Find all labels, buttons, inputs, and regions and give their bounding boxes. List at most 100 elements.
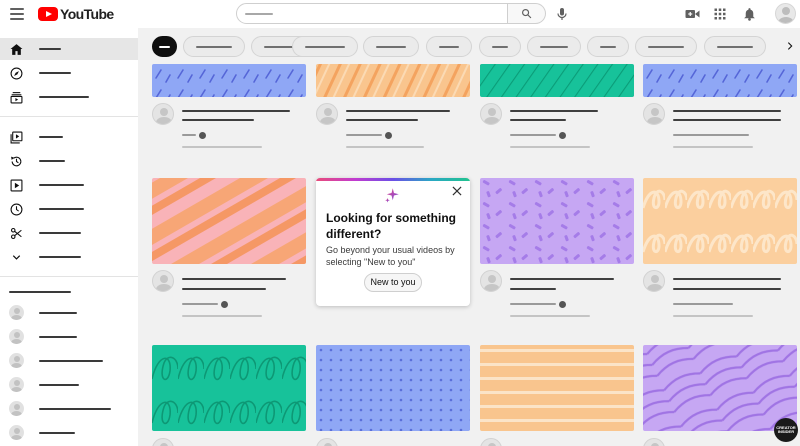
video-title-line [182,119,254,121]
chip-label [600,46,616,48]
popup-description: Go beyond your usual videos by selecting… [326,245,455,267]
video-meta-line [182,146,262,148]
chip-label [540,46,568,48]
create-button[interactable] [683,5,701,23]
sidebar-item-subscriptions[interactable] [0,86,138,108]
video-meta-line [673,146,753,148]
top-bar: YouTube [0,0,800,28]
chip-label [196,46,232,48]
channel-avatar[interactable] [316,438,338,446]
channel-avatar[interactable] [152,103,174,125]
channel-avatar[interactable] [643,270,665,292]
sidebar-item-explore[interactable] [0,62,138,84]
video-thumbnail[interactable] [480,178,634,264]
watch-later-icon [9,202,23,216]
video-thumbnail[interactable] [152,178,306,264]
video-title-line [673,278,781,280]
video-thumbnail[interactable] [480,345,634,431]
video-title-line [673,110,781,112]
channel-avatar[interactable] [480,270,502,292]
subscription-item[interactable] [0,398,138,420]
account-avatar[interactable] [775,3,796,24]
channel-avatar [9,425,24,440]
sidebar-item-label [39,160,65,162]
video-thumbnail[interactable] [316,64,470,97]
sidebar-item-library[interactable] [0,126,138,148]
notifications-button[interactable] [740,5,758,23]
channel-avatar[interactable] [152,438,174,446]
filter-chip[interactable] [292,36,358,57]
subscriptions-icon [9,90,23,104]
subscription-item[interactable] [0,326,138,348]
explore-icon [9,66,23,80]
verified-icon [221,300,228,308]
video-thumbnail[interactable] [643,178,797,264]
sidebar-divider [0,276,138,277]
sidebar-item-label [39,136,63,138]
video-thumbnail[interactable] [643,64,797,97]
apps-button[interactable] [711,5,729,23]
youtube-logo[interactable]: YouTube [38,6,114,22]
logo-text: YouTube [60,6,114,22]
channel-avatar [9,377,24,392]
video-thumbnail[interactable] [152,345,306,431]
sidebar-item-history[interactable] [0,150,138,172]
close-icon[interactable] [450,184,464,198]
filter-chip[interactable] [426,36,472,57]
channel-name [39,384,79,386]
chips-next-button[interactable] [772,28,800,64]
chip-label [492,46,508,48]
popup-accent-bar [316,178,470,181]
channel-name-line [510,303,556,305]
subscription-item[interactable] [0,422,138,444]
new-to-you-button[interactable]: New to you [364,273,422,292]
search-button[interactable] [508,3,546,24]
sidebar-item-your-videos[interactable] [0,174,138,196]
voice-search-button[interactable] [553,5,571,23]
video-thumbnail[interactable] [480,64,634,97]
sidebar-item-home[interactable] [0,38,138,60]
filter-chip[interactable] [587,36,629,57]
chip-label [159,46,170,48]
filter-chip[interactable] [479,36,521,57]
search-placeholder-bar [245,13,273,15]
subscription-item[interactable] [0,302,138,324]
filter-chip[interactable] [704,36,766,57]
sidebar-item-watch-later[interactable] [0,198,138,220]
filter-chip[interactable] [635,36,697,57]
sidebar-item-clips[interactable] [0,222,138,244]
home-icon [9,42,23,56]
sidebar [0,28,138,446]
verified-icon [559,131,566,139]
sidebar-item-label [39,208,84,210]
channel-avatar[interactable] [316,103,338,125]
video-title-line [346,110,450,112]
sidebar-item-show-more[interactable] [0,246,138,268]
menu-icon[interactable] [10,8,24,20]
search-input[interactable] [236,3,508,24]
video-thumbnail[interactable] [152,64,306,97]
apps-icon [714,8,726,20]
channel-name [39,312,77,314]
channel-avatar[interactable] [643,438,665,446]
filter-chip-all[interactable] [152,36,177,57]
video-title-line [673,288,781,290]
video-meta-line [346,146,424,148]
video-title-line [510,288,556,290]
channel-avatar[interactable] [152,270,174,292]
filter-chip[interactable] [183,36,245,57]
clips-icon [9,226,23,240]
subscription-item[interactable] [0,350,138,372]
video-thumbnail[interactable] [643,345,797,431]
channel-avatar[interactable] [480,103,502,125]
video-thumbnail[interactable] [316,345,470,431]
sidebar-divider [0,116,138,117]
subscription-item[interactable] [0,374,138,396]
search-icon [522,9,532,19]
channel-avatar[interactable] [643,103,665,125]
sidebar-item-label [39,96,89,98]
filter-chip[interactable] [363,36,419,57]
create-video-icon [685,10,699,18]
channel-avatar[interactable] [480,438,502,446]
filter-chip[interactable] [527,36,581,57]
